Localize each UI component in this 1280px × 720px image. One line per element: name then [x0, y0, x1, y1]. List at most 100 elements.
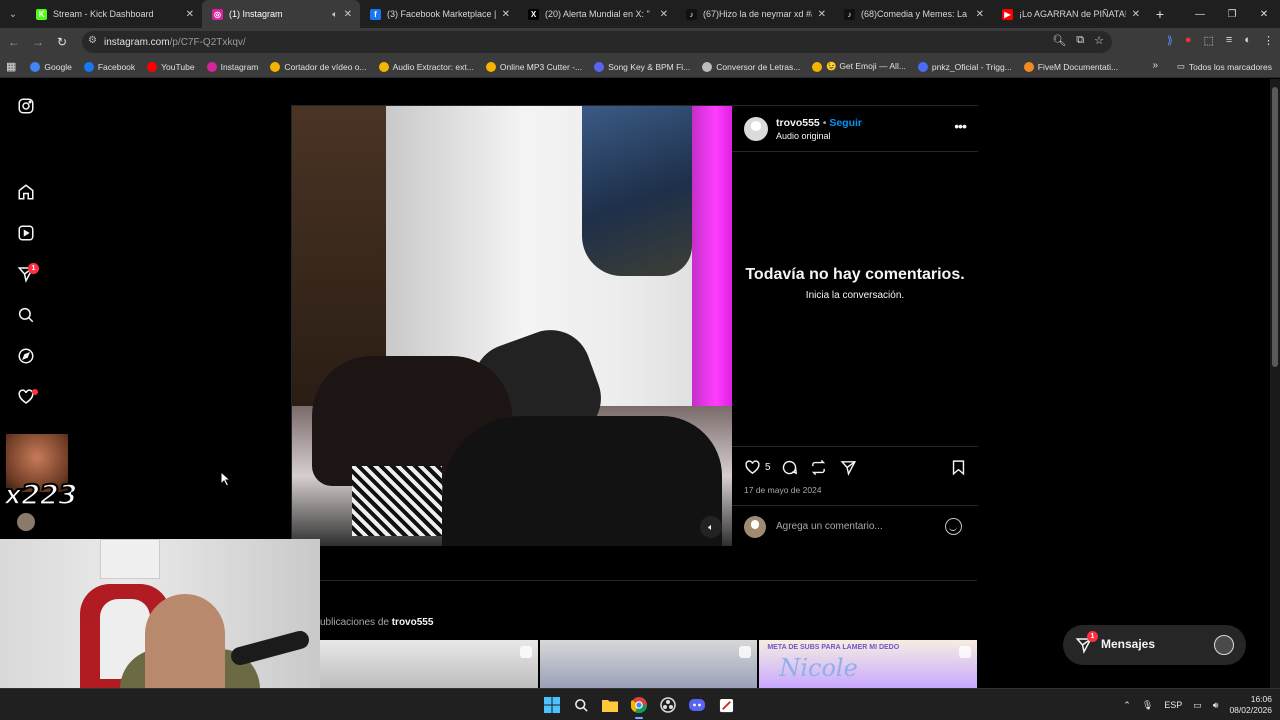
audio-toggle-speaker-icon[interactable]: 🔈︎: [700, 516, 722, 538]
browser-tab[interactable]: ◎ (1) Instagram 🔈︎ ✕: [202, 0, 360, 28]
post-thumbnail[interactable]: META DE SUBS PARA LAMER MI DEDO Nicole: [759, 640, 978, 688]
bookmark-item[interactable]: 😉 Get Emoji — All...: [812, 61, 906, 72]
post-date[interactable]: 17 de mayo de 2024: [744, 485, 822, 495]
like-heart-icon[interactable]: [742, 457, 762, 477]
bookmark-favicon-icon: [917, 61, 928, 72]
tray-chevron-icon[interactable]: ⌃: [1123, 700, 1131, 711]
tab-search-button[interactable]: ⌄: [0, 0, 26, 28]
stream-overlay-text: x223: [3, 477, 78, 512]
minimize-button[interactable]: —: [1184, 0, 1216, 28]
snipping-tool-icon[interactable]: [716, 694, 736, 716]
tab-close-icon[interactable]: ✕: [1132, 9, 1140, 20]
browser-tab[interactable]: X (20) Alerta Mundial en X: " ✕: [518, 0, 676, 28]
tab-title: (20) Alerta Mundial en X: ": [545, 9, 650, 19]
browser-tab[interactable]: ▶ ¡Lo AGARRAN de PIÑATA! ✕: [992, 0, 1148, 28]
bookmark-item[interactable]: FiveM Documentati...: [1023, 61, 1118, 72]
bookmark-label: Conversor de Letras...: [716, 61, 801, 72]
tab-close-icon[interactable]: ✕: [818, 9, 826, 20]
browser-tab[interactable]: f (3) Facebook Marketplace | Fac ✕: [360, 0, 518, 28]
post-video[interactable]: 🔈︎: [292, 106, 732, 546]
obs-icon[interactable]: [658, 694, 678, 716]
install-app-icon[interactable]: ⧉: [1076, 34, 1084, 47]
browser-tab[interactable]: ♪ (68)Comedia y Memes: La Dive ✕: [834, 0, 992, 28]
forward-button[interactable]: →: [26, 28, 50, 56]
emoji-smile-icon[interactable]: [945, 518, 962, 535]
discord-icon[interactable]: [687, 694, 707, 716]
post-thumbnail[interactable]: [320, 640, 538, 688]
browser-tab[interactable]: ♪ (67)Hizo la de neymar xd #acu ✕: [676, 0, 834, 28]
restore-button[interactable]: ❐: [1216, 0, 1248, 28]
author-avatar[interactable]: [744, 117, 768, 141]
original-audio-link[interactable]: Audio original: [776, 131, 831, 141]
messages-button[interactable]: 1 Mensajes: [1063, 625, 1246, 665]
post-thumbnail[interactable]: [539, 640, 758, 688]
tab-audio-icon[interactable]: 🔈︎: [332, 9, 337, 20]
microphone-icon[interactable]: 🎙︎: [1142, 700, 1153, 711]
like-count[interactable]: 5: [765, 462, 771, 473]
address-bar[interactable]: ⚙ instagram.com/p/C7F-Q2Txkqv/ 🔍︎ ⧉ ☆: [82, 31, 1112, 53]
bookmark-item[interactable]: Instagram: [206, 61, 258, 72]
bookmark-label: 😉 Get Emoji — All...: [826, 61, 906, 71]
bookmark-item[interactable]: Cortador de vídeo o...: [270, 61, 367, 72]
search-icon[interactable]: [16, 305, 36, 325]
reload-button[interactable]: ↻: [50, 28, 74, 56]
profile-avatar[interactable]: [17, 513, 35, 531]
reels-icon[interactable]: [16, 223, 36, 243]
browser-tab[interactable]: K Stream - Kick Dashboard ✕: [26, 0, 202, 28]
close-window-button[interactable]: ✕: [1248, 0, 1280, 28]
volume-icon[interactable]: 🔊︎: [1213, 700, 1219, 711]
bookmark-item[interactable]: Facebook: [83, 61, 135, 72]
new-tab-button[interactable]: +: [1148, 6, 1172, 22]
tab-close-icon[interactable]: ✕: [186, 9, 194, 20]
save-bookmark-icon[interactable]: [948, 457, 968, 477]
more-posts-username[interactable]: trovo555: [392, 617, 434, 628]
empty-comments: Todavía no hay comentarios. Inicia la co…: [732, 264, 978, 301]
instagram-logo-icon[interactable]: [16, 96, 36, 116]
tab-close-icon[interactable]: ✕: [976, 9, 984, 20]
extensions-puzzle-icon[interactable]: ⬚: [1204, 34, 1214, 47]
system-clock[interactable]: 16:06 08/02/2026: [1229, 694, 1272, 716]
bookmark-item[interactable]: pnkz_Oficial - Trigg...: [917, 61, 1012, 72]
extension-audio-icon[interactable]: ⟫: [1167, 34, 1173, 47]
follow-button[interactable]: Seguir: [829, 117, 862, 129]
site-info-icon[interactable]: ⚙: [88, 35, 97, 46]
apps-grid-icon[interactable]: ▦: [6, 60, 16, 73]
post-options-icon[interactable]: •••: [954, 118, 967, 134]
windows-start-icon[interactable]: [542, 694, 562, 716]
extension-record-icon[interactable]: ●: [1185, 34, 1192, 47]
profile-avatar-icon[interactable]: ◐: [1244, 34, 1251, 47]
back-button[interactable]: ←: [2, 28, 26, 56]
media-control-icon[interactable]: ≡: [1226, 34, 1232, 47]
network-icon[interactable]: ▭: [1193, 700, 1202, 711]
bookmark-item[interactable]: Conversor de Letras...: [702, 61, 801, 72]
bookmark-item[interactable]: Online MP3 Cutter -...: [485, 61, 582, 72]
author-username[interactable]: trovo555: [776, 117, 820, 129]
all-bookmarks-folder[interactable]: ▭ Todos los marcadores: [1177, 61, 1272, 72]
tab-close-icon[interactable]: ✕: [502, 9, 510, 20]
file-explorer-icon[interactable]: [600, 694, 620, 716]
bookmark-item[interactable]: Song Key & BPM Fi...: [594, 61, 690, 72]
comment-bubble-icon[interactable]: [779, 457, 799, 477]
bookmark-item[interactable]: Google: [30, 61, 72, 72]
bookmark-item[interactable]: YouTube: [147, 61, 195, 72]
repost-icon[interactable]: [808, 457, 828, 477]
bookmark-favicon-icon: [812, 61, 823, 72]
tab-favicon-icon: ♪: [686, 8, 697, 20]
chrome-icon[interactable]: [629, 694, 649, 719]
zoom-icon[interactable]: 🔍︎: [1052, 34, 1066, 47]
home-icon[interactable]: [16, 182, 36, 202]
taskbar-search-icon[interactable]: [571, 694, 591, 716]
chrome-menu-icon[interactable]: ⋮: [1263, 34, 1274, 47]
share-send-icon[interactable]: [838, 457, 858, 477]
tab-close-icon[interactable]: ✕: [344, 9, 352, 20]
explore-compass-icon[interactable]: [16, 346, 36, 366]
scrollbar-thumb[interactable]: [1272, 87, 1278, 367]
bookmark-star-icon[interactable]: ☆: [1094, 34, 1104, 47]
comment-input[interactable]: Agrega un comentario...: [776, 521, 883, 532]
tab-close-icon[interactable]: ✕: [660, 9, 668, 20]
more-bookmarks-chevron-icon[interactable]: »: [1152, 60, 1158, 71]
page-scrollbar[interactable]: [1270, 79, 1280, 688]
tab-title: Stream - Kick Dashboard: [53, 9, 154, 19]
input-language[interactable]: ESP: [1164, 700, 1182, 710]
bookmark-item[interactable]: Audio Extractor: ext...: [378, 61, 474, 72]
